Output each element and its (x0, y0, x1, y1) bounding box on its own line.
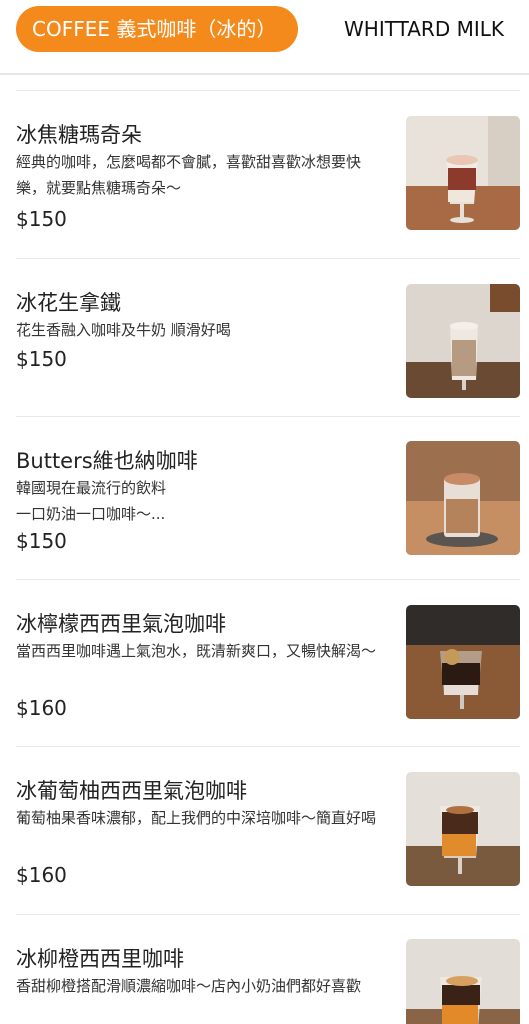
item-photo[interactable] (406, 605, 520, 719)
item-name: 冰花生拿鐵 (16, 291, 121, 315)
item-name: 冰葡萄柚西西里氣泡咖啡 (16, 779, 247, 803)
menu-item[interactable]: 冰焦糖瑪奇朵 經典的咖啡，怎麼喝都不會膩，喜歡甜喜歡冰想要快樂，就要點焦糖瑪奇朵… (16, 90, 520, 258)
menu-item[interactable]: 冰葡萄柚西西里氣泡咖啡 葡萄柚果香味濃郁，配上我們的中深培咖啡～簡直好喝 $16… (16, 746, 520, 914)
item-name: 冰焦糖瑪奇朵 (16, 123, 142, 147)
item-name: Butters維也納咖啡 (16, 449, 198, 473)
item-description: 一口奶油一口咖啡～... (16, 505, 166, 523)
item-photo[interactable] (406, 284, 520, 398)
item-description: 經典的咖啡，怎麼喝都不會膩，喜歡甜喜歡冰想要快樂，就要點焦糖瑪奇朵～ (16, 153, 362, 197)
item-price: $160 (16, 696, 67, 720)
menu-item[interactable]: Butters維也納咖啡 韓國現在最流行的飲料 一口奶油一口咖啡～... $15… (16, 416, 520, 579)
item-name: 冰柳橙西西里咖啡 (16, 947, 184, 971)
item-name: 冰檸檬西西里氣泡咖啡 (16, 612, 226, 636)
category-tabbar: COFFEE 義式咖啡（冰的） WHITTARD MILK (0, 0, 529, 75)
tab-coffee-iced[interactable]: COFFEE 義式咖啡（冰的） (16, 6, 299, 52)
menu-item[interactable]: 冰花生拿鐵 花生香融入咖啡及牛奶 順滑好喝 $150 (16, 258, 520, 416)
item-price: $160 (16, 863, 67, 887)
item-photo[interactable] (406, 772, 520, 886)
item-description: 花生香融入咖啡及牛奶 順滑好喝 (16, 321, 231, 339)
item-description: 香甜柳橙搭配滑順濃縮咖啡～店內小奶油們都好喜歡 (16, 977, 362, 995)
item-description: 當西西里咖啡遇上氣泡水，既清新爽口，又暢快解渴～ (16, 642, 377, 660)
menu-item[interactable]: 冰檸檬西西里氣泡咖啡 當西西里咖啡遇上氣泡水，既清新爽口，又暢快解渴～ $160 (16, 579, 520, 746)
item-photo[interactable] (406, 441, 520, 555)
item-price: $150 (16, 207, 67, 231)
menu-item[interactable]: 冰柳橙西西里咖啡 香甜柳橙搭配滑順濃縮咖啡～店內小奶油們都好喜歡 (16, 914, 520, 1024)
item-photo[interactable] (406, 116, 520, 230)
item-description: 韓國現在最流行的飲料 (16, 479, 167, 497)
tab-whittard-milk[interactable]: WHITTARD MILK (344, 6, 504, 52)
item-price: $150 (16, 529, 67, 553)
item-photo[interactable] (406, 939, 520, 1024)
item-description: 葡萄柚果香味濃郁，配上我們的中深培咖啡～簡直好喝 (16, 809, 377, 827)
item-price: $150 (16, 347, 67, 371)
